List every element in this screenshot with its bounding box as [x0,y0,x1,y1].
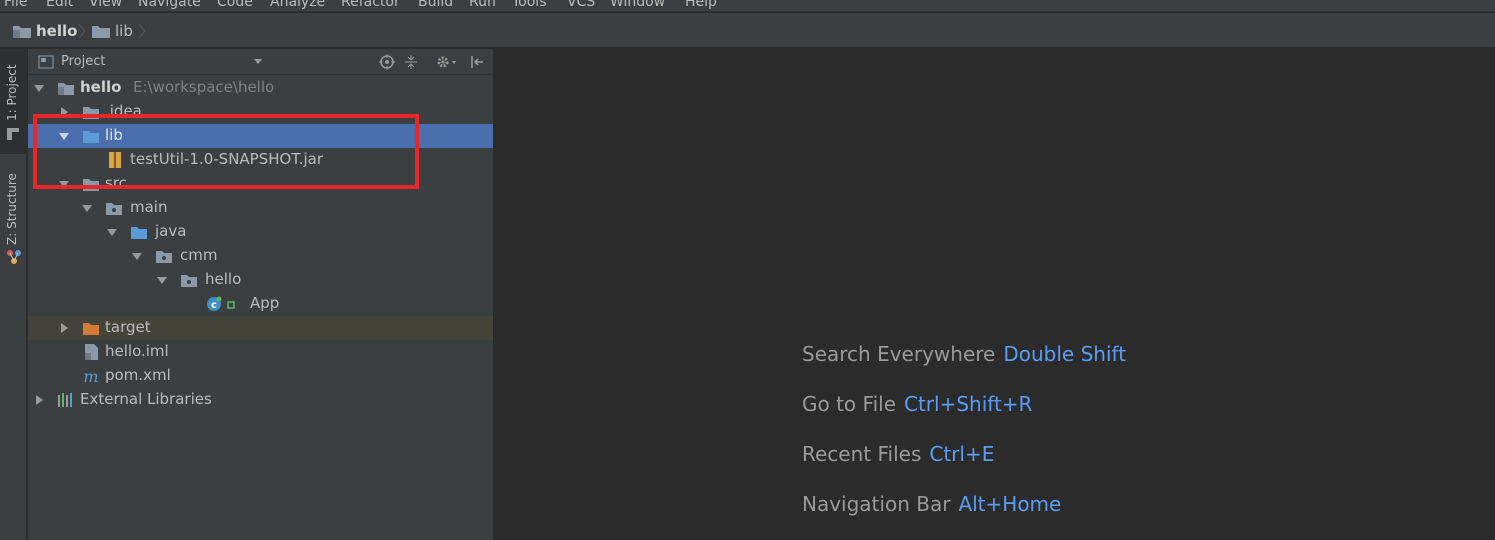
tool-window-strip: 1: Project Z: Structure [0,49,27,540]
module-file-icon [85,344,98,360]
package-folder-icon [181,275,197,287]
tree-node-hello-package[interactable]: hello [28,268,493,292]
project-panel-title[interactable]: Project [61,54,105,69]
module-folder-icon [58,83,74,95]
tree-label-target: target [105,318,151,336]
collapsed-arrow-icon[interactable] [58,106,70,118]
tree-node-jar[interactable]: testUtil-1.0-SNAPSHOT.jar [28,148,493,172]
source-folder-icon [131,227,147,239]
menu-tools[interactable]: Tools [512,0,547,10]
menu-edit[interactable]: Edit [46,0,73,10]
tree-node-hello[interactable]: hello E:\workspace\hello [28,76,493,100]
tree-node-lib[interactable]: lib [28,124,493,148]
locate-icon[interactable] [378,53,396,71]
menu-view[interactable]: View [89,0,122,10]
menu-build[interactable]: Build [418,0,453,10]
chevron-down-icon[interactable] [254,59,262,65]
breadcrumb-separator-icon [138,23,146,39]
folder-icon [83,107,99,119]
tree-label-app: App [250,294,280,312]
tab-structure[interactable]: Z: Structure [0,157,27,277]
module-folder-icon [13,25,31,38]
gear-icon[interactable] [434,53,460,71]
project-icon [7,128,19,140]
menu-window[interactable]: Window [610,0,665,10]
tree-node-app[interactable]: c App [28,292,493,316]
tree-label-lib: lib [105,126,123,144]
hint-go-to-file: Go to File Ctrl+Shift+R [802,392,1033,416]
menu-navigate[interactable]: Navigate [138,0,201,10]
menu-bar: File Edit View Navigate Code Analyze Ref… [0,0,1495,12]
folder-icon [92,25,110,38]
excluded-folder-icon [83,323,99,335]
expanded-arrow-icon[interactable] [156,274,168,286]
package-folder-icon [156,251,172,263]
tree-path-hello: E:\workspace\hello [133,78,275,96]
menu-analyze[interactable]: Analyze [270,0,325,10]
breadcrumb-separator-icon [78,23,86,39]
java-class-icon: c [207,296,235,311]
hint-search-everywhere: Search Everywhere Double Shift [802,342,1127,366]
tree-node-iml[interactable]: hello.iml [28,340,493,364]
tree-label-src: src [105,174,127,192]
menu-refactor[interactable]: Refactor [341,0,400,10]
menu-code[interactable]: Code [217,0,253,10]
package-folder-icon [106,203,122,215]
tree-label-hello: hello [80,78,122,96]
menu-vcs[interactable]: VCS [567,0,595,10]
tree-label-jar: testUtil-1.0-SNAPSHOT.jar [130,150,324,168]
jar-archive-icon [109,152,121,168]
tree-label-external-libraries: External Libraries [80,390,212,408]
hint-navigation-bar: Navigation Bar Alt+Home [802,492,1062,516]
collapsed-arrow-icon[interactable] [58,322,70,334]
menu-run[interactable]: Run [469,0,496,10]
tree-node-main[interactable]: main [28,196,493,220]
tree-node-external-libraries[interactable]: External Libraries [28,388,493,412]
tree-node-src[interactable]: src [28,172,493,196]
hint-recent-files: Recent Files Ctrl+E [802,442,995,466]
tree-node-idea[interactable]: .idea [28,100,493,124]
expanded-arrow-icon[interactable] [106,226,118,238]
tree-label-cmm: cmm [180,246,218,264]
collapse-all-icon[interactable] [402,53,420,71]
folder-icon [83,179,99,191]
tree-node-java[interactable]: java [28,220,493,244]
editor-area: Search Everywhere Double Shift Go to File… [494,49,1495,540]
expanded-arrow-icon[interactable] [131,250,143,262]
expanded-arrow-icon[interactable] [58,130,70,142]
svg-text:m: m [83,368,98,384]
tree-label-java: java [155,222,187,240]
tree-node-pom[interactable]: m pom.xml [28,364,493,388]
tree-label-main: main [130,198,168,216]
project-panel-header: Project [28,49,493,75]
folder-icon [83,131,99,143]
collapsed-arrow-icon[interactable] [33,394,45,406]
tree-node-target[interactable]: target [28,316,493,340]
breadcrumb-lib[interactable]: lib [91,13,133,48]
libraries-icon [58,393,72,407]
menu-help[interactable]: Help [685,0,717,10]
expanded-arrow-icon[interactable] [33,82,45,94]
svg-text:c: c [211,300,217,311]
tab-project[interactable]: 1: Project [0,49,27,154]
tree-node-cmm[interactable]: cmm [28,244,493,268]
expanded-arrow-icon[interactable] [58,178,70,190]
tree-label-iml: hello.iml [105,342,169,360]
expanded-arrow-icon[interactable] [81,202,93,214]
tree-label-idea: .idea [105,102,142,120]
tree-label-hello-package: hello [205,270,242,288]
structure-icon [7,250,21,264]
project-tool-window: Project hello E:\workspace\hello .idea l… [28,49,493,540]
project-view-icon [38,55,54,69]
hide-panel-icon[interactable] [468,53,486,71]
navigation-bar: hello lib [0,13,1495,48]
tree-label-pom: pom.xml [105,366,171,384]
menu-file[interactable]: File [4,0,27,10]
maven-icon: m [83,368,98,384]
breadcrumb-hello[interactable]: hello [12,13,77,48]
